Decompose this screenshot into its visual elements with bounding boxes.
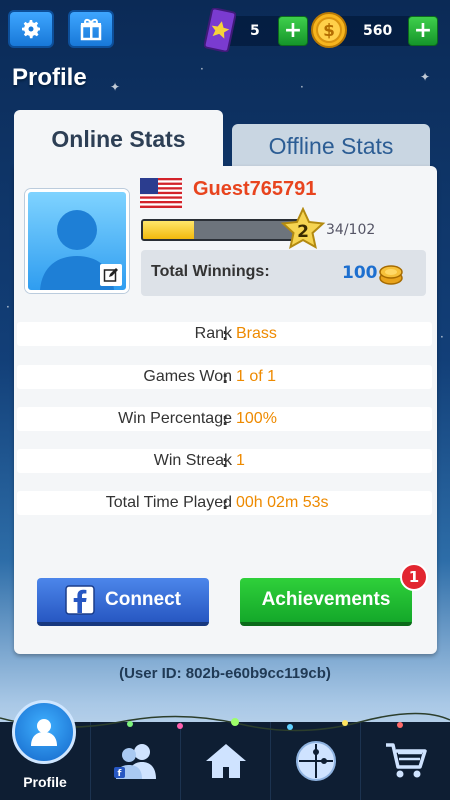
stat-value: 100% xyxy=(236,410,277,427)
settings-button[interactable] xyxy=(8,10,54,48)
friends-icon: f xyxy=(113,744,156,779)
page-title: Profile xyxy=(12,64,87,91)
edit-avatar-button[interactable] xyxy=(100,264,122,286)
stat-label: Win Percentage xyxy=(118,410,232,427)
gear-icon xyxy=(22,20,40,39)
tab-offline-stats[interactable]: Offline Stats xyxy=(232,124,430,168)
stat-value: 1 xyxy=(236,452,245,469)
achievements-badge: 1 xyxy=(400,563,428,591)
coin-stack-icon xyxy=(379,265,403,285)
stat-row-win-percentage: Win Percentage : 100% xyxy=(17,407,432,431)
add-coins-button[interactable]: + xyxy=(408,16,438,46)
achievements-button[interactable]: Achievements xyxy=(240,578,412,626)
level-number: 2 xyxy=(297,222,309,242)
profile-icon xyxy=(31,719,57,746)
svg-text:$: $ xyxy=(323,21,335,41)
nav-profile[interactable] xyxy=(12,700,76,764)
stat-label: Games Won xyxy=(143,368,232,385)
gift-button[interactable] xyxy=(68,10,114,48)
pencil-icon xyxy=(103,268,118,282)
stat-row-time-played: Total Time Played : 00h 02m 53s xyxy=(17,491,432,515)
tab-online-stats[interactable]: Online Stats xyxy=(14,110,223,168)
tickets-value: 5 xyxy=(250,23,260,39)
stat-value: Brass xyxy=(236,325,277,342)
stat-separator: : xyxy=(222,494,229,513)
stat-separator: : xyxy=(222,368,229,387)
stat-row-games-won: Games Won : 1 of 1 xyxy=(17,365,432,389)
home-icon xyxy=(205,744,246,778)
tickets-counter: 5 + xyxy=(204,8,308,52)
xp-text: 34/102 xyxy=(326,222,376,238)
username: Guest765791 xyxy=(193,178,317,200)
user-id: (User ID: 802b-e60b9cc119cb) xyxy=(119,665,331,682)
total-winnings-box: Total Winnings: 100 xyxy=(141,250,426,296)
stat-separator: : xyxy=(222,452,229,471)
stat-label: Total Time Played xyxy=(105,494,232,511)
coins-value: 560 xyxy=(363,23,393,39)
coin-icon: $ xyxy=(311,12,347,48)
us-flag-icon xyxy=(140,178,182,208)
cart-icon xyxy=(385,743,427,778)
puzzle-icon xyxy=(295,741,336,781)
add-tickets-button[interactable]: + xyxy=(278,16,308,46)
stat-row-win-streak: Win Streak : 1 xyxy=(17,449,432,473)
facebook-connect-button[interactable]: Connect xyxy=(37,578,209,626)
connect-label: Connect xyxy=(105,589,181,610)
gift-icon xyxy=(80,18,102,41)
ticket-icon xyxy=(204,8,236,52)
stat-row-rank: Rank : Brass xyxy=(17,322,432,346)
stat-value: 1 of 1 xyxy=(236,368,277,385)
coins-counter: $ 560 + xyxy=(311,12,438,48)
stat-value: 00h 02m 53s xyxy=(236,494,329,511)
nav-profile-label: Profile xyxy=(23,774,67,790)
svg-text:f: f xyxy=(117,769,121,779)
achievements-label: Achievements xyxy=(261,589,391,610)
facebook-icon xyxy=(65,585,95,615)
stat-separator: : xyxy=(222,325,229,344)
xp-progress-bar xyxy=(141,219,301,241)
total-winnings-value: 100 xyxy=(342,263,378,283)
stat-separator: : xyxy=(222,410,229,429)
total-winnings-label: Total Winnings: xyxy=(151,263,270,280)
stat-label: Win Streak xyxy=(153,452,232,469)
xp-progress-fill xyxy=(143,221,195,239)
avatar[interactable] xyxy=(25,189,129,293)
